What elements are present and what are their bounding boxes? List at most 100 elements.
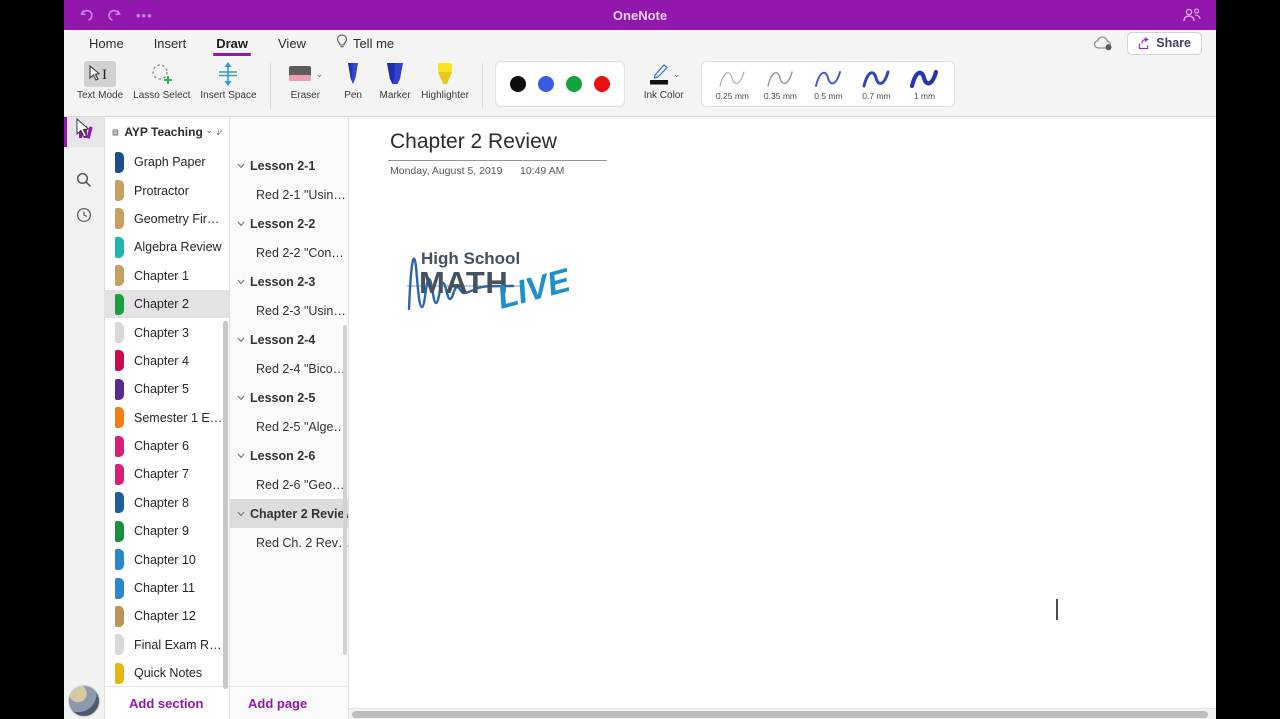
page-item-lesson-2-4[interactable]: Lesson 2-4	[230, 325, 348, 354]
highlighter-button[interactable]: Highlighter	[421, 61, 469, 102]
search-icon[interactable]	[64, 165, 104, 195]
horizontal-scrollbar-thumb[interactable]	[352, 711, 1208, 718]
ink-color-black[interactable]	[509, 76, 526, 92]
thickness-035mm[interactable]: 0.35 mm	[756, 68, 804, 101]
collapse-chevron-icon[interactable]	[237, 337, 245, 343]
section-scrollbar[interactable]	[223, 321, 228, 689]
sort-icon[interactable]	[216, 126, 223, 138]
section-item-quick-notes[interactable]: Quick Notes	[105, 659, 229, 686]
page-panel: Lesson 2-1 Red 2-1 "Usin… Lesson 2-2 Red…	[230, 117, 349, 719]
subpage-item-red-2-6[interactable]: Red 2-6 "Geo…	[230, 470, 348, 499]
notebook-header[interactable]: AYP Teaching Notebook	[105, 117, 229, 147]
tab-draw[interactable]: Draw	[213, 33, 251, 56]
thickness-05mm[interactable]: 0.5 mm	[804, 68, 852, 101]
collapse-chevron-icon[interactable]	[237, 511, 245, 517]
section-color-tab	[115, 236, 124, 258]
ink-color-blue[interactable]	[537, 76, 554, 92]
page-scrollbar[interactable]	[343, 325, 347, 655]
pen-button[interactable]: Pen	[337, 61, 369, 102]
ink-color-red[interactable]	[593, 76, 610, 92]
section-item-chapter-1[interactable]: Chapter 1	[105, 262, 229, 290]
add-section-button[interactable]: Add section	[105, 686, 229, 719]
page-item-lesson-2-2[interactable]: Lesson 2-2	[230, 209, 348, 238]
thickness-picker: 0.25 mm 0.35 mm 0.5 mm 0.7 mm 1 mm	[701, 61, 956, 107]
page-title[interactable]: Chapter 2 Review	[390, 130, 557, 154]
tab-tell-me[interactable]: Tell me	[335, 31, 395, 55]
collapse-chevron-icon[interactable]	[237, 395, 245, 401]
collapse-chevron-icon[interactable]	[237, 453, 245, 459]
page-item-chapter-2-review[interactable]: Chapter 2 Review	[230, 499, 348, 528]
share-button[interactable]: Share	[1127, 31, 1202, 55]
ink-color-dropdown-chevron[interactable]: ⌄	[673, 69, 681, 79]
collapse-chevron-icon[interactable]	[237, 279, 245, 285]
notebook-name: AYP Teaching Notebook	[124, 125, 202, 139]
section-item-protractor[interactable]: Protractor	[105, 176, 229, 204]
section-item-geometry[interactable]: Geometry Fir…	[105, 205, 229, 233]
subpage-item-red-2-2[interactable]: Red 2-2 "Con…	[230, 238, 348, 267]
ribbon-divider	[481, 63, 483, 109]
section-item-final-exam[interactable]: Final Exam R…	[105, 631, 229, 659]
section-color-tab	[115, 492, 124, 514]
eraser-dropdown-chevron[interactable]: ⌄	[316, 69, 324, 79]
people-share-icon[interactable]	[1182, 7, 1202, 23]
note-canvas[interactable]: Chapter 2 Review Monday, August 5, 2019 …	[349, 117, 1216, 719]
section-item-chapter-9[interactable]: Chapter 9	[105, 517, 229, 545]
subpage-item-red-2-3[interactable]: Red 2-3 "Usin…	[230, 296, 348, 325]
avatar[interactable]	[68, 685, 100, 717]
page-item-lesson-2-5[interactable]: Lesson 2-5	[230, 383, 348, 412]
subpage-item-red-2-4[interactable]: Red 2-4 "Bico…	[230, 354, 348, 383]
thickness-1mm[interactable]: 1 mm	[900, 68, 948, 101]
collapse-chevron-icon[interactable]	[237, 221, 245, 227]
marker-icon	[380, 61, 410, 87]
tab-insert[interactable]: Insert	[153, 33, 188, 54]
recent-notes-icon[interactable]	[64, 200, 104, 230]
subpage-item-red-2-1[interactable]: Red 2-1 "Usin…	[230, 180, 348, 209]
high-school-math-live-logo[interactable]: High School MATH LIVE	[405, 245, 597, 317]
add-page-button[interactable]: Add page	[230, 686, 348, 719]
ribbon-divider	[269, 63, 271, 109]
section-color-tab	[115, 350, 124, 372]
section-item-chapter-3[interactable]: Chapter 3	[105, 318, 229, 346]
section-item-chapter-6[interactable]: Chapter 6	[105, 432, 229, 460]
page-item-lesson-2-1[interactable]: Lesson 2-1	[230, 151, 348, 180]
text-mode-button[interactable]: I Text Mode	[77, 61, 123, 102]
section-item-graph-paper[interactable]: Graph Paper	[105, 148, 229, 176]
section-color-tab	[115, 549, 124, 571]
horizontal-scrollbar[interactable]	[349, 708, 1216, 719]
section-item-chapter-8[interactable]: Chapter 8	[105, 489, 229, 517]
tab-home[interactable]: Home	[88, 33, 125, 54]
lasso-select-button[interactable]: Lasso Select	[133, 61, 190, 102]
more-options-icon[interactable]: •••	[136, 8, 153, 23]
chevron-down-icon	[207, 130, 211, 134]
page-date: Monday, August 5, 2019	[390, 165, 503, 177]
ink-color-green[interactable]	[565, 76, 582, 92]
collapse-chevron-icon[interactable]	[237, 163, 245, 169]
thickness-025mm[interactable]: 0.25 mm	[708, 68, 756, 101]
section-item-algebra-review[interactable]: Algebra Review	[105, 233, 229, 261]
section-color-tab	[115, 634, 124, 656]
section-color-tab	[115, 520, 124, 542]
section-item-chapter-5[interactable]: Chapter 5	[105, 375, 229, 403]
section-color-tab	[115, 208, 124, 230]
notebooks-icon[interactable]	[64, 117, 104, 147]
eraser-button[interactable]: ⌄ Eraser	[284, 61, 328, 102]
section-item-chapter-11[interactable]: Chapter 11	[105, 574, 229, 602]
insert-space-button[interactable]: Insert Space	[200, 61, 257, 102]
section-item-chapter-7[interactable]: Chapter 7	[105, 460, 229, 488]
subpage-item-red-2-5[interactable]: Red 2-5 "Alge…	[230, 412, 348, 441]
section-item-chapter-2[interactable]: Chapter 2	[105, 289, 229, 319]
redo-icon[interactable]	[105, 7, 122, 24]
undo-icon[interactable]	[78, 7, 95, 24]
section-item-chapter-4[interactable]: Chapter 4	[105, 347, 229, 375]
section-item-chapter-10[interactable]: Chapter 10	[105, 545, 229, 573]
tab-view[interactable]: View	[277, 33, 307, 54]
section-item-chapter-12[interactable]: Chapter 12	[105, 602, 229, 630]
subpage-item-red-ch-2-review[interactable]: Red Ch. 2 Rev…	[230, 528, 348, 557]
marker-button[interactable]: Marker	[379, 61, 411, 102]
section-item-semester-1[interactable]: Semester 1 E…	[105, 404, 229, 432]
ink-color-button[interactable]: ⌄ Ink Color	[643, 61, 685, 102]
lightbulb-icon	[336, 34, 348, 52]
page-item-lesson-2-6[interactable]: Lesson 2-6	[230, 441, 348, 470]
thickness-07mm[interactable]: 0.7 mm	[852, 68, 900, 101]
page-item-lesson-2-3[interactable]: Lesson 2-3	[230, 267, 348, 296]
